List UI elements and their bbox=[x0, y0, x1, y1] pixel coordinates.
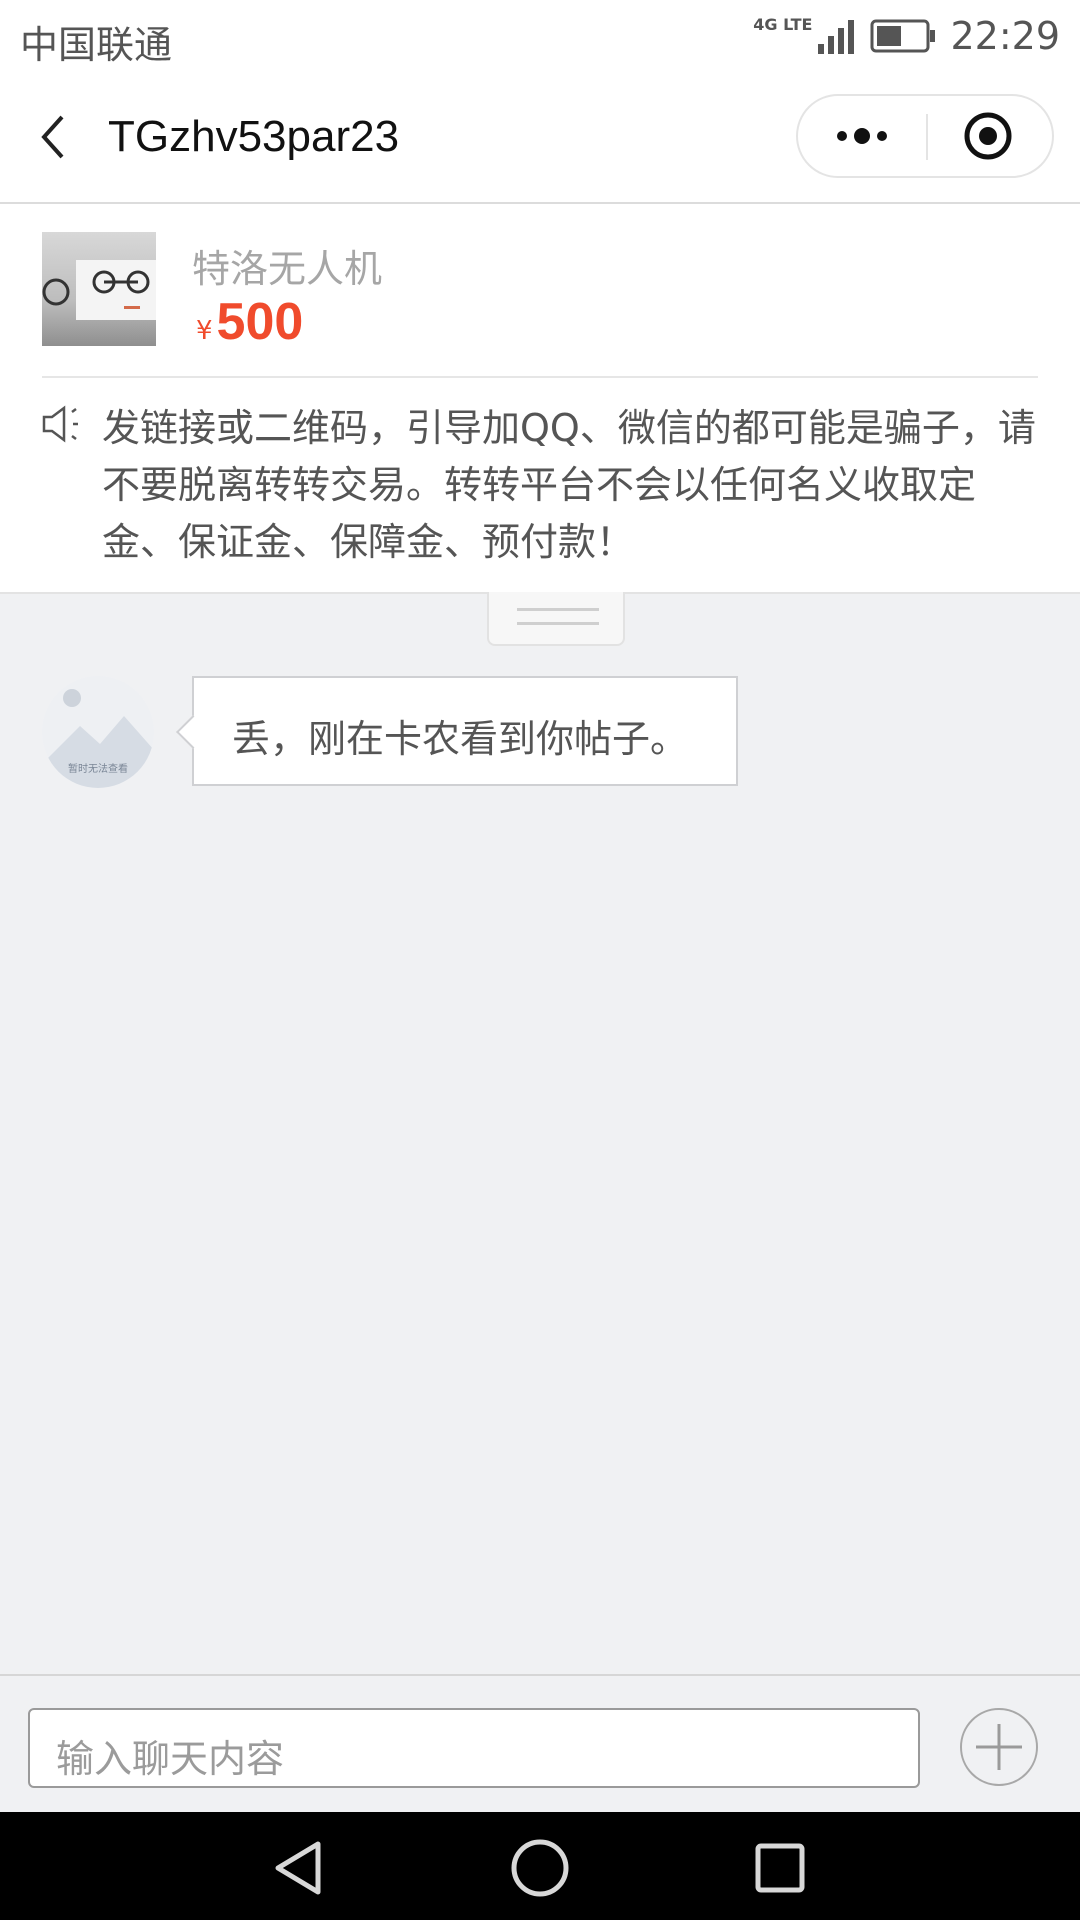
clock: 22:29 bbox=[950, 14, 1060, 58]
image-placeholder-icon: 暂时无法查看 bbox=[42, 676, 154, 788]
page-title: TGzhv53par23 bbox=[108, 112, 400, 161]
more-button[interactable] bbox=[798, 96, 926, 176]
status-bar: 中国联通 4G LTE 22:29 bbox=[0, 0, 1080, 72]
message-text: 丢，刚在卡农看到你帖子。 bbox=[232, 717, 689, 761]
collapse-handle[interactable] bbox=[487, 592, 625, 646]
avatar-caption: 暂时无法查看 bbox=[68, 762, 128, 775]
chat-input[interactable]: 输入聊天内容 bbox=[28, 1708, 920, 1788]
handle-line bbox=[517, 622, 599, 625]
carrier-label: 中国联通 bbox=[20, 23, 173, 67]
system-home-button[interactable] bbox=[508, 1836, 572, 1900]
speaker-icon bbox=[42, 405, 78, 443]
product-price: ¥500 bbox=[196, 292, 303, 352]
status-indicators: 4G LTE 22:29 bbox=[753, 12, 1060, 60]
mini-program-capsule bbox=[796, 94, 1054, 178]
composer-bar: 输入聊天内容 bbox=[0, 1674, 1080, 1814]
avatar[interactable]: 暂时无法查看 bbox=[42, 676, 154, 788]
chat-input-placeholder: 输入聊天内容 bbox=[56, 1737, 285, 1781]
system-nav-bar bbox=[0, 1812, 1080, 1920]
square-recents-icon bbox=[755, 1843, 805, 1893]
price-currency: ¥ bbox=[196, 316, 213, 346]
product-thumbnail[interactable] bbox=[42, 232, 156, 346]
close-target-icon bbox=[964, 112, 1012, 160]
message-bubble: 丢，刚在卡农看到你帖子。 bbox=[176, 676, 738, 786]
drone-image-icon bbox=[42, 260, 156, 320]
system-back-button[interactable] bbox=[268, 1836, 332, 1900]
network-type-label: 4G LTE bbox=[753, 14, 813, 34]
system-recents-button[interactable] bbox=[748, 1836, 812, 1900]
signal-icon bbox=[818, 20, 855, 54]
price-value: 500 bbox=[216, 293, 304, 351]
fraud-warning-text: 发链接或二维码，引导加QQ、微信的都可能是骗子，请不要脱离转转交易。转转平台不会… bbox=[102, 406, 1036, 564]
circle-home-icon bbox=[511, 1839, 569, 1897]
handle-line bbox=[517, 608, 599, 611]
product-name[interactable]: 特洛无人机 bbox=[192, 238, 382, 293]
battery-icon bbox=[870, 19, 936, 53]
product-panel: 特洛无人机 ¥500 发链接或二维码，引导加QQ、微信的都可能是骗子，请不要脱离… bbox=[0, 204, 1080, 594]
nav-bar: TGzhv53par23 bbox=[0, 72, 1080, 204]
more-dots-icon bbox=[837, 128, 887, 144]
close-button[interactable] bbox=[928, 96, 1052, 176]
back-button[interactable] bbox=[32, 107, 92, 167]
triangle-back-icon bbox=[275, 1841, 321, 1895]
back-arrow-icon bbox=[41, 115, 64, 159]
bubble-arrow bbox=[176, 715, 210, 749]
attach-button[interactable] bbox=[960, 1708, 1038, 1786]
plus-icon bbox=[976, 1724, 1022, 1770]
divider bbox=[42, 376, 1038, 378]
